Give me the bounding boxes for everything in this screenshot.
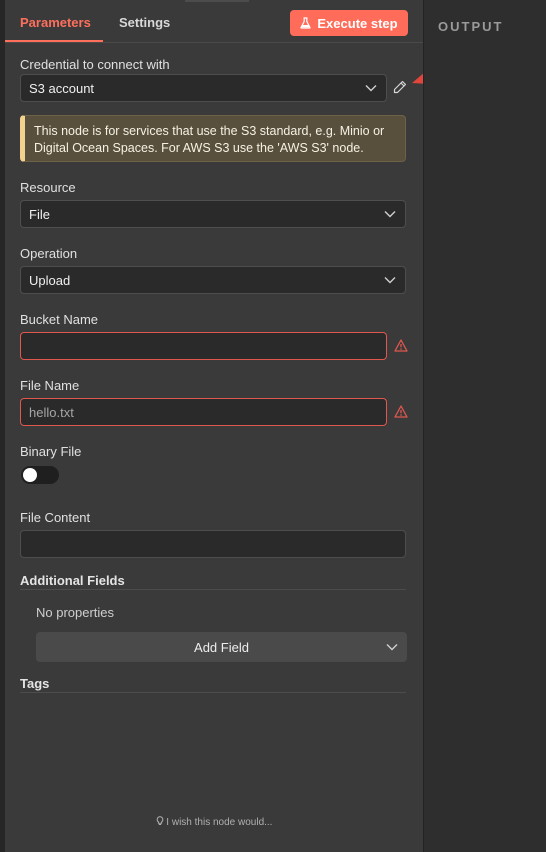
add-field-button[interactable]: Add Field (36, 632, 407, 662)
divider (20, 589, 406, 590)
wish-link-text: I wish this node would... (166, 817, 273, 828)
s3-standard-notice: This node is for services that use the S… (20, 115, 406, 162)
notice-text: This node is for services that use the S… (34, 124, 385, 155)
credential-select[interactable]: S3 account (20, 74, 387, 102)
output-title: OUTPUT (438, 19, 504, 34)
resource-select[interactable]: File (20, 200, 406, 228)
tags-title: Tags (20, 676, 50, 691)
file-name-input[interactable]: hello.txt (20, 398, 387, 426)
file-content-input[interactable] (20, 530, 406, 558)
chevron-down-icon (365, 85, 377, 92)
output-panel: OUTPUT (423, 0, 546, 852)
chevron-down-icon (384, 277, 396, 284)
add-field-label: Add Field (194, 639, 249, 655)
file-name-value: hello.txt (29, 404, 74, 420)
divider (20, 692, 406, 693)
additional-fields-title: Additional Fields (20, 573, 125, 588)
no-properties-text: No properties (36, 605, 115, 620)
chevron-down-icon (386, 644, 398, 651)
execute-step-button[interactable]: Execute step (290, 10, 408, 36)
credential-label: Credential to connect with (20, 57, 170, 72)
toggle-knob (23, 468, 37, 482)
resource-value: File (29, 206, 50, 222)
resource-label: Resource (20, 180, 76, 195)
warning-icon (394, 405, 408, 418)
chevron-down-icon (384, 211, 396, 218)
active-tab-indicator (5, 40, 103, 42)
operation-label: Operation (20, 246, 78, 261)
bucket-name-input[interactable] (20, 332, 387, 360)
binary-file-toggle[interactable] (21, 466, 59, 484)
wish-link[interactable]: I wish this node would... (5, 816, 423, 828)
file-name-label: File Name (20, 378, 80, 393)
execute-step-label: Execute step (317, 15, 398, 31)
bucket-name-label: Bucket Name (20, 312, 99, 327)
pencil-icon[interactable] (393, 80, 407, 94)
file-content-label: File Content (20, 510, 91, 525)
binary-file-label: Binary File (20, 444, 82, 459)
operation-select[interactable]: Upload (20, 266, 406, 294)
flask-icon (300, 17, 312, 29)
warning-icon (394, 339, 408, 352)
tab-parameters[interactable]: Parameters (20, 15, 91, 30)
parameters-panel: Parameters Settings Execute step Credent… (5, 0, 423, 852)
credential-value: S3 account (29, 80, 95, 96)
lightbulb-icon (156, 816, 163, 825)
operation-value: Upload (29, 272, 71, 288)
tab-settings[interactable]: Settings (119, 15, 170, 30)
